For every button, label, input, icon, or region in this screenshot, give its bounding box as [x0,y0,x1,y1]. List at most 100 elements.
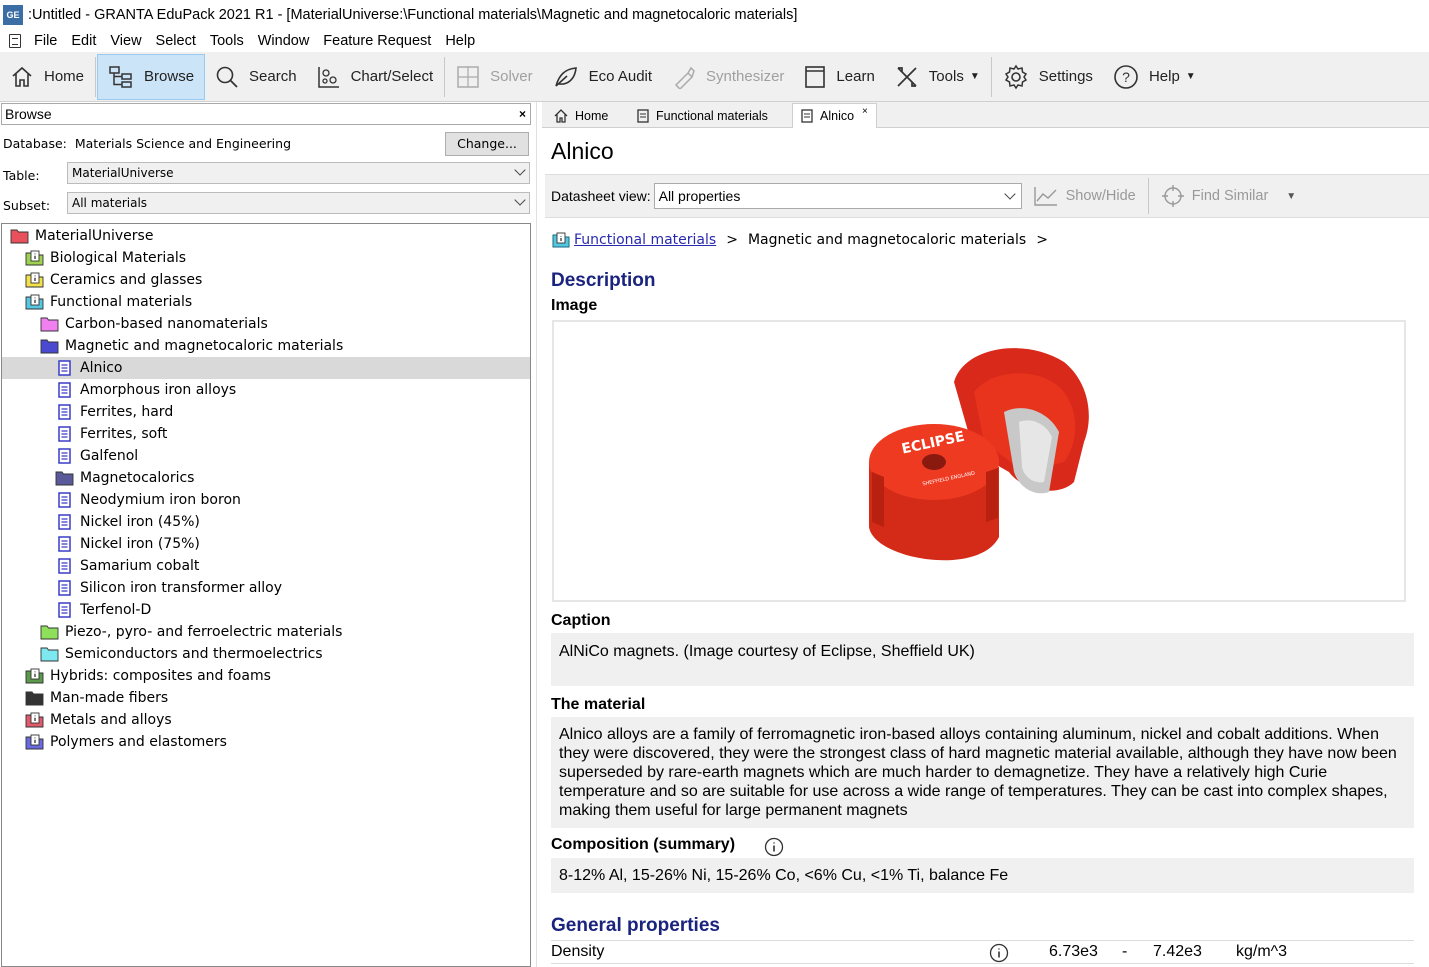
tree-item-label: Amorphous iron alloys [80,382,237,398]
chart-select-button[interactable]: Chart/Select [307,54,444,100]
general-properties-heading: General properties [551,915,720,936]
tree-item[interactable]: Carbon-based nanomaterials [2,313,530,335]
toolbar-separator [1147,178,1149,214]
help-button[interactable]: ? Help ▼ [1103,54,1206,100]
tree-item[interactable]: Galfenol [2,445,530,467]
table-select[interactable]: MaterialUniverse [67,162,530,184]
density-unit: kg/m^3 [1236,943,1288,960]
synthesizer-button[interactable]: Synthesizer [662,54,794,100]
tree-item-label: Terfenol-D [80,602,152,618]
material-record-icon [58,382,71,398]
tree-item[interactable]: Alnico [2,357,530,379]
tree-item[interactable]: Hybrids: composites and foams [2,665,530,687]
tree-item[interactable]: Man-made fibers [2,687,530,709]
show-hide-button[interactable]: Show/Hide [1033,186,1136,206]
tab-home[interactable]: Home [546,103,616,128]
tree-item[interactable]: Polymers and elastomers [2,731,530,753]
datasheet-view-value: All properties [658,188,741,204]
tree-item-label: Metals and alloys [50,712,172,728]
tree-item[interactable]: Ceramics and glasses [2,269,530,291]
folder-icon [40,317,59,332]
browse-panel-title: Browse [5,106,52,122]
settings-button[interactable]: Settings [993,54,1103,100]
toolbar-separator [990,56,992,97]
tools-icon [897,66,917,87]
composition-label: Composition (summary) [551,836,736,853]
document-icon[interactable] [9,34,21,48]
tree-item-label: Magnetocalorics [80,470,195,486]
datasheet-toolbar: Datasheet view: All properties Show/Hide… [545,174,1429,218]
gear-icon [1004,64,1027,89]
menu-select[interactable]: Select [149,33,203,49]
title-bar: GE :Untitled - GRANTA EduPack 2021 R1 - … [0,0,1429,30]
tree-item[interactable]: Samarium cobalt [2,555,530,577]
tab-functional-materials[interactable]: Functional materials [629,103,776,128]
datasheet-view-select[interactable]: All properties [653,183,1022,209]
menu-feature-request[interactable]: Feature Request [316,33,438,49]
menu-file[interactable]: File [27,33,64,49]
eco-audit-button[interactable]: Eco Audit [543,54,662,100]
tree-item[interactable]: Metals and alloys [2,709,530,731]
info-folder-icon [25,272,44,288]
tree-item[interactable]: Ferrites, soft [2,423,530,445]
doc-icon [637,108,649,123]
info-folder-icon [25,712,44,728]
tree-item-label: Carbon-based nanomaterials [65,316,268,332]
material-label: The material [551,696,646,713]
info-icon[interactable] [989,943,1009,963]
browse-button[interactable]: Browse [97,53,206,100]
menu-help[interactable]: Help [438,33,482,49]
subset-select-value: All materials [72,196,148,210]
material-record-icon [58,404,71,420]
learn-button[interactable]: Learn [794,54,884,100]
tree-item[interactable]: Ferrites, hard [2,401,530,423]
tree-item[interactable]: Magnetic and magnetocaloric materials [2,335,530,357]
tree-item[interactable]: Silicon iron transformer alloy [2,577,530,599]
tree-item-label: Alnico [80,360,123,376]
tree-item-label: MaterialUniverse [35,228,154,244]
material-record-icon [58,448,71,464]
material-record-icon [58,580,71,596]
tools-button[interactable]: Tools ▼ [885,54,990,100]
close-icon[interactable]: × [519,104,526,124]
tab-alnico[interactable]: Alnico × [792,103,877,128]
tree-item[interactable]: MaterialUniverse [2,225,530,247]
menu-window[interactable]: Window [251,33,317,49]
line-chart-icon [1033,187,1057,206]
folder-icon [40,647,59,662]
change-database-button[interactable]: Change... [445,132,529,156]
tree-item-label: Man-made fibers [50,690,169,706]
synthesizer-label: Synthesizer [706,68,785,85]
home-button[interactable]: Home [0,54,94,100]
tree-item[interactable]: Amorphous iron alloys [2,379,530,401]
tree-item-label: Galfenol [80,448,139,464]
search-button[interactable]: Search [205,54,307,100]
find-similar-button[interactable]: Find Similar ▼ [1161,185,1296,207]
breadcrumb-separator: > [1036,232,1048,248]
tree-item[interactable]: Neodymium iron boron [2,489,530,511]
toolbar-separator [95,56,97,97]
menu-tools[interactable]: Tools [203,33,251,49]
datasheet-title: Alnico [551,138,614,164]
tree-item-label: Ferrites, hard [80,404,174,420]
info-icon[interactable] [764,837,784,857]
close-icon[interactable]: × [862,106,868,117]
tree-item[interactable]: Nickel iron (45%) [2,511,530,533]
tree-item[interactable]: Nickel iron (75%) [2,533,530,555]
tree-item[interactable]: Functional materials [2,291,530,313]
breadcrumb-link-functional-materials[interactable]: Functional materials [574,232,716,248]
tree-item[interactable]: Biological Materials [2,247,530,269]
home-icon [12,66,32,87]
tree-item[interactable]: Magnetocalorics [2,467,530,489]
tree-item[interactable]: Piezo-, pyro- and ferroelectric material… [2,621,530,643]
solver-button[interactable]: Solver [446,54,543,100]
tree-item-label: Functional materials [50,294,193,310]
tree-item[interactable]: Terfenol-D [2,599,530,621]
subset-select[interactable]: All materials [67,192,530,214]
menu-edit[interactable]: Edit [64,33,103,49]
tree-item[interactable]: Semiconductors and thermoelectrics [2,643,530,665]
menu-view[interactable]: View [103,33,148,49]
subset-label: Subset: [3,198,51,213]
datasheet-panel: Home Functional materials Alnico × Alnic… [542,102,1429,967]
image-label: Image [551,297,598,314]
